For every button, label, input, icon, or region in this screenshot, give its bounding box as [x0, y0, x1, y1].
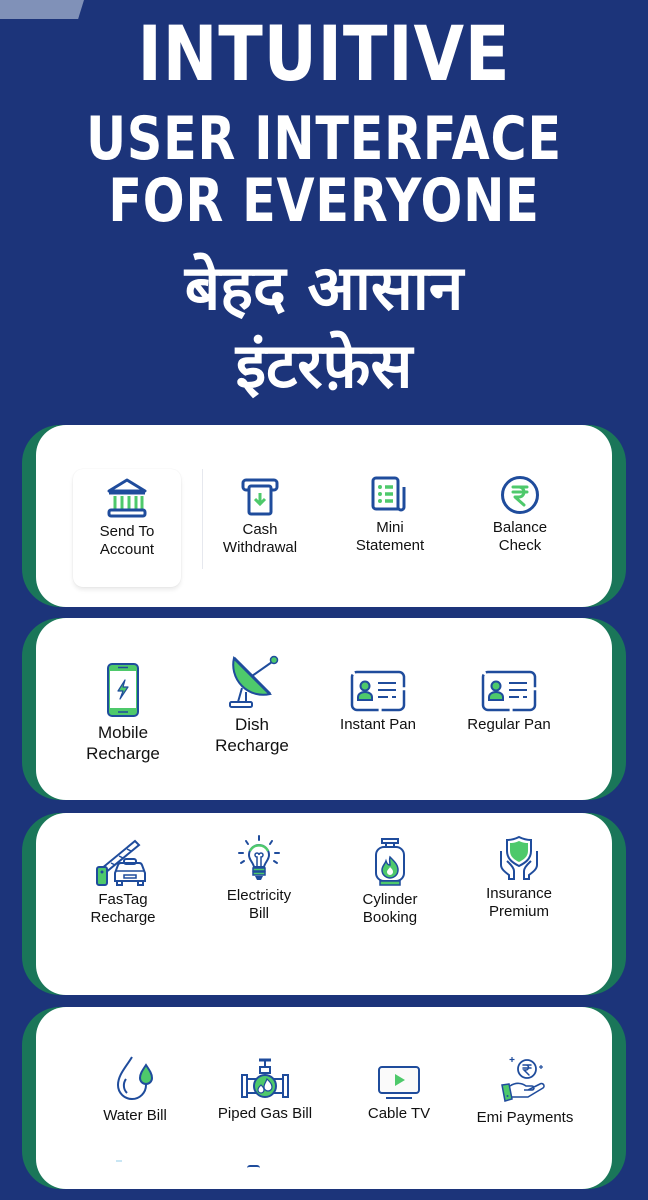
tile-mini-statement[interactable]: Mini Statement [325, 475, 455, 555]
tile-insurance-premium[interactable]: Insurance Premium [454, 835, 584, 921]
tile-label: Booking [362, 909, 418, 926]
tile-label: Mobile [97, 723, 149, 742]
card-panel: Send To Account Cash Withdrawal Mini Sta… [36, 425, 612, 607]
water-drop-icon [116, 1056, 154, 1100]
tile-send-to-account[interactable]: Send To Account [73, 469, 181, 587]
tile-label: Send To [99, 523, 155, 540]
tile-piped-gas-bill[interactable]: Piped Gas Bill [200, 1057, 330, 1123]
banking-services-card: Send To Account Cash Withdrawal Mini Sta… [22, 425, 626, 607]
tile-label: Electricity [226, 887, 292, 904]
shield-hands-icon [500, 835, 538, 880]
tile-label: FasTag [98, 891, 148, 908]
recharge-services-card: Mobile Recharge Dish Recharge Instant Pa… [22, 618, 626, 800]
tile-label: Mini [376, 519, 404, 536]
tv-play-icon [378, 1066, 420, 1099]
satellite-dish-icon [229, 655, 279, 708]
tile-cash-withdrawal[interactable]: Cash Withdrawal [195, 477, 325, 557]
bank-icon [107, 478, 147, 518]
card-panel: FasTag Recharge Electricity Bill Cylinde… [36, 813, 612, 995]
tile-label: Piped Gas Bill [217, 1105, 313, 1122]
tile-fastag-recharge[interactable]: FasTag Recharge [58, 837, 188, 927]
tile-label: Recharge [86, 744, 160, 763]
tile-label: Regular Pan [467, 716, 551, 733]
tile-water-bill[interactable]: Water Bill [70, 1055, 200, 1125]
rupee-icon [501, 476, 539, 514]
headline-hindi-2: इंटरफ़ेस [235, 329, 413, 402]
tile-label: Emi Payments [476, 1109, 574, 1126]
tile-label: Statement [355, 537, 425, 554]
tile-label: Premium [488, 903, 549, 920]
tile-label: Cylinder [362, 891, 418, 908]
tile-dish-recharge[interactable]: Dish Recharge [187, 654, 317, 756]
tile-label: Dish [234, 715, 269, 734]
hand-rupee-icon [501, 1057, 545, 1102]
tile-regular-pan[interactable]: Regular Pan [444, 670, 574, 734]
tile-label: Bill [248, 905, 269, 922]
tile-cable-tv[interactable]: Cable TV [334, 1065, 464, 1123]
tile-cylinder-booking[interactable]: Cylinder Booking [325, 837, 455, 927]
statement-icon [371, 476, 406, 512]
mobile-icon [107, 663, 139, 717]
tile-label: Balance [492, 519, 548, 536]
tile-mobile-recharge[interactable]: Mobile Recharge [58, 662, 188, 764]
tile-label: Water Bill [103, 1107, 167, 1124]
tile-label: Cable TV [367, 1105, 431, 1122]
headline-for-everyone: FOR EVERYONE [108, 166, 540, 236]
tile-label: Insurance [486, 885, 552, 902]
tile-balance-check[interactable]: Balance Check [455, 475, 585, 555]
card-panel: Mobile Recharge Dish Recharge Instant Pa… [36, 618, 612, 800]
partial-icon-fragment [247, 1165, 260, 1170]
utility-services-card: Water Bill Piped Gas Bill Cable TV Emi P… [22, 1007, 626, 1189]
tile-instant-pan[interactable]: Instant Pan [313, 670, 443, 734]
tile-emi-payments[interactable]: Emi Payments [460, 1055, 590, 1127]
tile-label: Check [498, 537, 542, 554]
gas-cylinder-icon [375, 838, 405, 886]
headline-user-interface: USER INTERFACE [86, 104, 562, 174]
toll-gate-car-icon [96, 839, 146, 886]
card-panel: Water Bill Piped Gas Bill Cable TV Emi P… [36, 1007, 612, 1189]
gas-pipe-icon [241, 1058, 289, 1098]
tile-label: Cash [242, 521, 278, 538]
tile-label: Withdrawal [222, 539, 298, 556]
tile-label: Recharge [215, 736, 289, 755]
id-card-icon [350, 670, 406, 712]
light-bulb-icon [238, 835, 280, 880]
tile-label: Recharge [90, 909, 156, 926]
tile-label: Account [99, 541, 155, 558]
bill-services-card: FasTag Recharge Electricity Bill Cylinde… [22, 813, 626, 995]
tile-label: Instant Pan [340, 716, 416, 733]
tile-electricity-bill[interactable]: Electricity Bill [194, 835, 324, 923]
headline-hindi-1: बेहद आसान [184, 251, 464, 324]
atm-icon [241, 478, 279, 516]
partial-icon-fragment [116, 1160, 122, 1162]
headline-intuitive: INTUITIVE [137, 9, 511, 98]
id-card-icon [481, 670, 537, 712]
